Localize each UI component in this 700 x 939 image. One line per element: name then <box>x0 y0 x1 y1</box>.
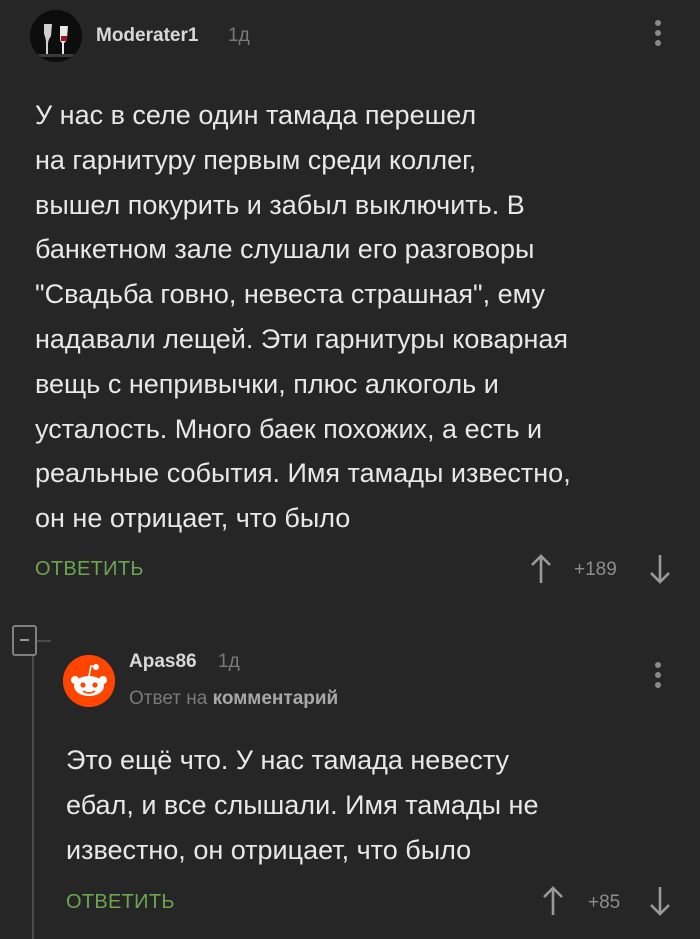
avatar-image <box>30 10 82 62</box>
comment-age: 1д <box>228 25 250 46</box>
reddit-alien-icon <box>63 655 115 707</box>
vote-score: +189 <box>574 559 617 580</box>
vote-score: +85 <box>588 892 621 913</box>
comment-line: Это ещё что. У нас тамада невесту <box>66 745 510 775</box>
comment-line: ебал, и все слышали. Имя тамады не <box>66 789 539 820</box>
comment-line: усталость. Много баек похожих, а есть и <box>35 413 543 444</box>
arrow-up-icon[interactable] <box>529 553 553 585</box>
author-name[interactable]: Apas86 <box>129 651 197 673</box>
avatar[interactable] <box>30 10 82 62</box>
comment-body: У нас в селе один тамада перешел на гарн… <box>35 93 571 541</box>
arrow-down-icon[interactable] <box>648 553 672 585</box>
comment-line: известно, он отрицает, что было <box>66 834 472 865</box>
comment-age: 1д <box>218 651 240 672</box>
reply-button[interactable]: ОТВЕТИТЬ <box>35 558 144 581</box>
comment-line: вышел покурить и забыл выключить. В <box>35 189 525 220</box>
kebab-menu-icon[interactable] <box>655 20 661 50</box>
reply-to-link[interactable]: комментарий <box>213 688 339 709</box>
reply-to-prefix: Ответ на <box>129 688 208 709</box>
comment-line: он не отрицает, что было <box>35 503 351 534</box>
thread-line <box>32 656 34 939</box>
comment-line: надавали лещей. Эти гарнитуры коварная <box>35 323 569 354</box>
avatar[interactable] <box>63 655 115 707</box>
comment-line: на гарнитуру первым среди коллег, <box>35 144 477 175</box>
comment: Moderater1 1д У нас в селе один тамада п… <box>0 0 700 610</box>
comment-line: У нас в селе один тамада перешел <box>35 100 477 130</box>
author-name[interactable]: Moderater1 <box>96 25 198 47</box>
kebab-menu-icon[interactable] <box>655 662 661 692</box>
comment-line: банкетном зале слушали его разговоры <box>35 234 535 265</box>
collapse-thread-icon[interactable] <box>12 625 37 656</box>
comment-line: реальные события. Имя тамады известно, <box>35 458 571 489</box>
reply-to-label: Ответ на комментарий <box>129 688 338 710</box>
reply-button[interactable]: ОТВЕТИТЬ <box>66 891 175 914</box>
thread-connector <box>37 640 51 642</box>
comment-line: "Свадьба говно, невеста страшная", ему <box>35 279 546 310</box>
arrow-down-icon[interactable] <box>648 885 672 917</box>
comment-body: Это ещё что. У нас тамада невесту ебал, … <box>66 738 539 872</box>
comment-line: вещь с непривычки, плюс алкоголь и <box>35 368 499 399</box>
arrow-up-icon[interactable] <box>541 885 565 917</box>
